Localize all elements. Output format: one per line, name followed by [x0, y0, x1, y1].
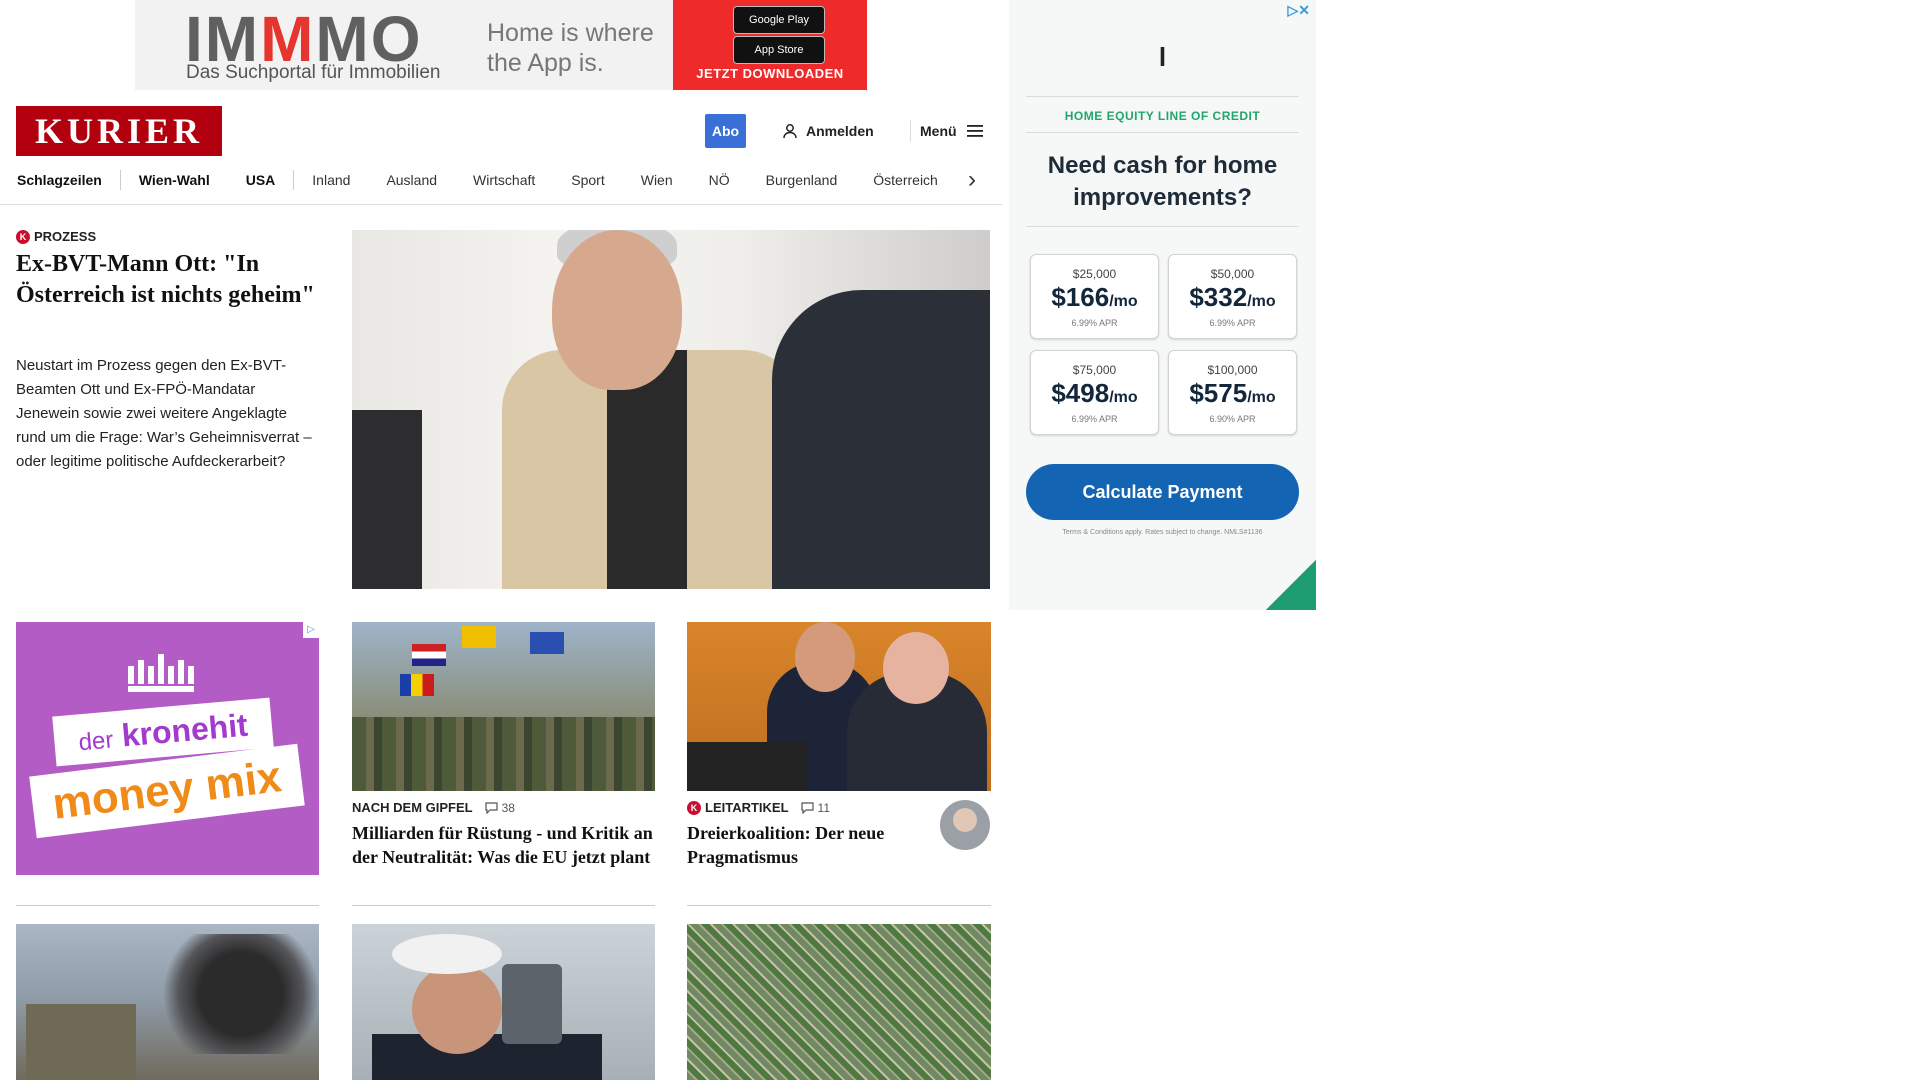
- loan-option-tile[interactable]: $50,000 $332/mo 6.99% APR: [1168, 254, 1297, 339]
- card-photo-soldiers[interactable]: [352, 622, 655, 791]
- abo-button[interactable]: Abo: [705, 114, 746, 148]
- kurier-plus-icon: K: [16, 230, 30, 244]
- loan-option-tile[interactable]: $75,000 $498/mo 6.99% APR: [1030, 350, 1159, 435]
- card-kicker: NACH DEM GIPFEL: [352, 800, 473, 815]
- kurier-logo[interactable]: KURIER: [16, 106, 222, 156]
- ad-corner-decoration: [1266, 560, 1316, 610]
- row-divider: [352, 905, 655, 906]
- ad-subtitle: Das Suchportal für Immobilien: [186, 62, 441, 83]
- sidebar-ad[interactable]: ▷✕ l HOME EQUITY LINE OF CREDIT Need cas…: [1009, 0, 1316, 610]
- ad-download-panel[interactable]: Google Play App Store JETZT DOWNLOADEN: [673, 0, 867, 90]
- nav-scroll-right-icon[interactable]: ›: [968, 168, 976, 192]
- nav-item-sport[interactable]: Sport: [553, 165, 622, 195]
- lead-teaser: Neustart im Prozess gegen den Ex-BVT-Bea…: [16, 357, 312, 470]
- comment-icon: [800, 802, 814, 814]
- ad-divider: [1026, 132, 1299, 133]
- comment-count[interactable]: 38: [485, 800, 515, 816]
- header-divider: [910, 120, 911, 142]
- top-banner-ad[interactable]: IMMMO Das Suchportal für Immobilien Home…: [135, 0, 867, 90]
- login-label: Anmelden: [806, 123, 874, 139]
- nav-item-oesterreich[interactable]: Österreich: [855, 165, 956, 195]
- card-meta: K LEITARTIKEL 11: [687, 800, 830, 816]
- section-nav: Schlagzeilen Wien-Wahl USA Inland Auslan…: [16, 165, 956, 195]
- loan-option-tile[interactable]: $25,000 $166/mo 6.99% APR: [1030, 254, 1159, 339]
- ad-download-cta[interactable]: JETZT DOWNLOADEN: [673, 66, 867, 82]
- card-headline[interactable]: Dreierkoalition: Der neue Pragmatismus: [687, 821, 927, 869]
- ad-headline: Need cash for home improvements?: [1047, 152, 1278, 211]
- app-store-badge[interactable]: App Store: [733, 36, 825, 64]
- kurier-plus-icon: K: [687, 801, 701, 815]
- menu-button[interactable]: Menü: [920, 121, 983, 141]
- lead-kicker: K PROZESS: [16, 229, 96, 245]
- crown-icon: [128, 654, 194, 692]
- google-play-badge[interactable]: Google Play: [733, 6, 825, 34]
- kronehit-ad[interactable]: der kronehit money mix ▷: [16, 622, 319, 875]
- card-kicker: K LEITARTIKEL: [687, 800, 789, 816]
- row-divider: [16, 905, 319, 906]
- ad-tagline: Home is where the App is.: [487, 19, 654, 77]
- login-button[interactable]: Anmelden: [782, 121, 874, 141]
- nav-item-schlagzeilen[interactable]: Schlagzeilen: [16, 165, 120, 195]
- card-photo-police-radar[interactable]: [352, 924, 655, 1080]
- lead-kicker-label: PROZESS: [34, 229, 97, 244]
- nav-item-wirtschaft[interactable]: Wirtschaft: [455, 165, 553, 195]
- ad-divider: [1026, 226, 1299, 227]
- card-photo-aerial-city[interactable]: [687, 924, 991, 1080]
- card-photo-military-vehicle[interactable]: [16, 924, 319, 1080]
- nav-item-ausland[interactable]: Ausland: [368, 165, 455, 195]
- advertiser-logo: l: [1158, 42, 1167, 72]
- row-divider: [687, 905, 991, 906]
- card-headline[interactable]: Milliarden für Rüstung - und Kritik an d…: [352, 821, 655, 869]
- comment-count[interactable]: 11: [800, 800, 830, 816]
- nav-item-inland[interactable]: Inland: [294, 165, 368, 195]
- adchoices-icon[interactable]: ▷: [303, 622, 319, 638]
- ad-divider: [1026, 96, 1299, 97]
- nav-item-usa[interactable]: USA: [228, 165, 294, 195]
- calculate-payment-button[interactable]: Calculate Payment: [1026, 464, 1299, 520]
- hamburger-icon: [966, 125, 983, 137]
- comment-icon: [485, 802, 498, 814]
- nav-item-wien-wahl[interactable]: Wien-Wahl: [121, 165, 228, 195]
- card-photo-politicians[interactable]: [687, 622, 991, 791]
- card-meta: NACH DEM GIPFEL 38: [352, 800, 515, 816]
- lead-headline[interactable]: Ex-BVT-Mann Ott: "In Österreich ist nich…: [16, 249, 316, 311]
- lead-photo[interactable]: [352, 230, 990, 589]
- loan-option-tile[interactable]: $100,000 $575/mo 6.90% APR: [1168, 350, 1297, 435]
- nav-item-noe[interactable]: NÖ: [691, 165, 748, 195]
- ad-eyebrow: HOME EQUITY LINE OF CREDIT: [1064, 109, 1261, 123]
- nav-item-burgenland[interactable]: Burgenland: [748, 165, 856, 195]
- ad-terms: Terms & Conditions apply. Rates subject …: [1062, 529, 1263, 536]
- user-icon: [783, 124, 797, 139]
- nav-item-wien[interactable]: Wien: [623, 165, 691, 195]
- author-avatar[interactable]: [940, 800, 990, 850]
- menu-label: Menü: [920, 123, 957, 139]
- nav-divider-line: [0, 204, 1002, 205]
- adchoices-close-icon[interactable]: ▷✕: [1288, 2, 1311, 18]
